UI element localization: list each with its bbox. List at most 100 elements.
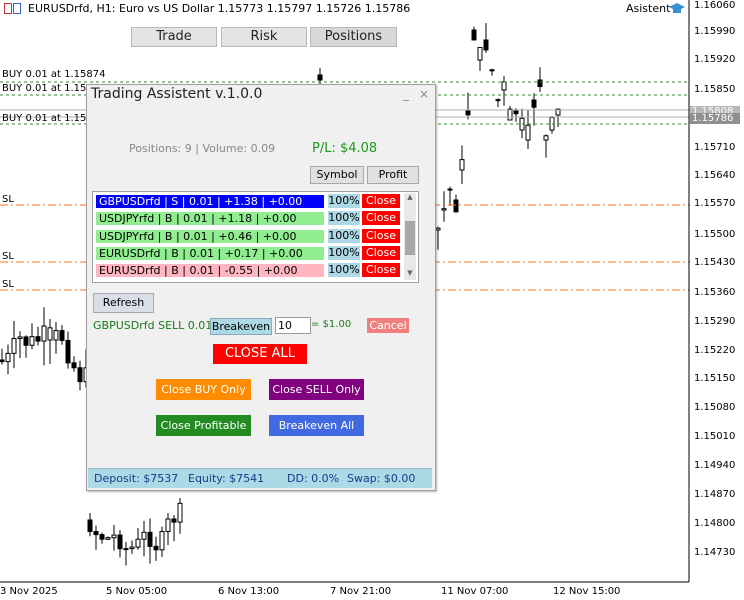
sort-profit-button[interactable]: Profit: [367, 166, 419, 184]
price-axis-label: 1.15010: [694, 431, 736, 442]
position-close-button[interactable]: Close: [362, 211, 400, 226]
cancel-button[interactable]: Cancel: [367, 318, 409, 333]
candle-body: [23, 336, 29, 346]
drawdown-value: DD: 0.0%: [287, 472, 340, 485]
close-buy-only-button[interactable]: Close BUY Only: [156, 379, 251, 400]
candle-body: [105, 537, 111, 540]
price-axis-label: 1.15220: [694, 345, 736, 356]
scroll-up-icon[interactable]: ▲: [404, 193, 416, 203]
price-axis-label: 1.15990: [694, 26, 736, 37]
candle-body: [65, 339, 71, 364]
price-axis-label: 1.15360: [694, 287, 736, 298]
bid-price-tag: 1.15786: [690, 113, 740, 124]
candle-body: [141, 531, 147, 540]
position-percent-button[interactable]: 100%: [328, 245, 360, 260]
close-panel-button[interactable]: ×: [419, 87, 429, 101]
candle-body: [17, 336, 23, 340]
buy-line-label: BUY 0.01 at 1.15: [2, 83, 87, 94]
close-profitable-button[interactable]: Close Profitable: [156, 415, 251, 436]
position-percent-button[interactable]: 100%: [328, 263, 360, 278]
positions-scrollbar[interactable]: ▲ ▼: [404, 193, 416, 280]
position-row[interactable]: EURUSDrfd | B | 0.01 | -0.55 | +0.00: [96, 264, 324, 278]
candle-body: [29, 336, 35, 346]
price-axis-label: 1.15290: [694, 316, 736, 327]
candle-body: [531, 99, 537, 108]
candle-body: [489, 69, 495, 72]
candle-body: [507, 108, 513, 121]
position-row[interactable]: USDJPYrfd | B | 0.01 | +0.46 | +0.00: [96, 229, 324, 243]
equity-value: Equity: $7541: [188, 472, 265, 485]
close-sell-only-button[interactable]: Close SELL Only: [269, 379, 364, 400]
breakeven-amount: = $1.00: [311, 319, 352, 330]
close-all-button[interactable]: CLOSE ALL: [213, 344, 307, 364]
time-axis-label: 5 Nov 05:00: [106, 586, 168, 597]
scroll-thumb[interactable]: [405, 221, 415, 255]
candle-body: [153, 545, 159, 551]
chart-title: EURUSDrfd, H1: Euro vs US Dollar 1.15773…: [28, 2, 411, 15]
candle-body: [47, 327, 53, 341]
candle-body: [99, 534, 105, 540]
candle-body: [317, 74, 323, 81]
candle-body: [513, 109, 519, 115]
candle-body: [41, 325, 47, 342]
position-close-button[interactable]: Close: [362, 245, 400, 260]
candle-body: [5, 352, 11, 363]
scroll-down-icon[interactable]: ▼: [404, 269, 416, 279]
panel-title: Trading Assistent v.1.0.0: [91, 86, 263, 102]
positions-list: GBPUSDrfd | S | 0.01 | +1.38 | +0.00 100%…: [92, 191, 419, 283]
price-axis-label: 1.15430: [694, 257, 736, 268]
buy-line-label: BUY 0.01 at 1.15: [2, 113, 87, 124]
refresh-button[interactable]: Refresh: [93, 293, 154, 313]
time-axis-label: 11 Nov 07:00: [441, 586, 509, 597]
position-close-button[interactable]: Close: [362, 263, 400, 278]
minimize-button[interactable]: _: [403, 87, 409, 101]
position-row[interactable]: EURUSDrfd | B | 0.01 | +0.17 | +0.00: [96, 246, 324, 260]
breakeven-points-input[interactable]: [275, 317, 311, 334]
position-row[interactable]: USDJPYrfd | B | 0.01 | +1.18 | +0.00: [96, 212, 324, 226]
candle-body: [111, 534, 117, 539]
sl-line-label: SL: [2, 251, 14, 262]
candle-body: [165, 518, 171, 533]
position-row[interactable]: GBPUSDrfd | S | 0.01 | +1.38 | +0.00: [96, 195, 324, 208]
candle-body: [159, 531, 165, 551]
position-percent-button[interactable]: 100%: [328, 194, 360, 208]
candle-body: [129, 546, 135, 550]
positions-summary: Positions: 9 | Volume: 0.09: [129, 142, 276, 155]
breakeven-button[interactable]: Breakeven: [210, 318, 272, 335]
candle-body: [459, 159, 465, 171]
candle-body: [35, 336, 41, 342]
candle-body: [77, 367, 83, 383]
price-axis-label: 1.15850: [694, 84, 736, 95]
candle-body: [543, 135, 549, 141]
time-axis-label: 7 Nov 21:00: [330, 586, 392, 597]
sl-line-label: SL: [2, 194, 14, 205]
position-percent-button[interactable]: 100%: [328, 228, 360, 243]
tab-risk[interactable]: Risk: [221, 27, 307, 47]
price-axis-label: 1.15710: [694, 142, 736, 153]
candle-body: [477, 46, 483, 61]
breakeven-all-button[interactable]: Breakeven All: [269, 415, 364, 436]
position-close-button[interactable]: Close: [362, 228, 400, 243]
price-axis-label: 1.14940: [694, 460, 736, 471]
price-axis-label: 1.15150: [694, 373, 736, 384]
candle-body: [11, 338, 17, 354]
tab-positions[interactable]: Positions: [310, 27, 397, 47]
graduation-cap-icon: [668, 2, 686, 19]
position-percent-button[interactable]: 100%: [328, 211, 360, 226]
candle-body: [0, 359, 5, 363]
candle-body: [53, 330, 59, 341]
sort-symbol-button[interactable]: Symbol: [310, 166, 364, 184]
candle-body: [441, 208, 447, 211]
position-close-button[interactable]: Close: [362, 194, 400, 208]
price-axis-label: 1.14730: [694, 547, 736, 558]
assistant-label[interactable]: Asistent: [626, 2, 670, 15]
selected-position: GBPUSDrfd SELL 0.01: [93, 319, 213, 332]
candle-body: [147, 531, 153, 547]
buy-line-label: BUY 0.01 at 1.15874: [2, 69, 106, 80]
tab-trade[interactable]: Trade: [131, 27, 217, 47]
candle-body: [495, 99, 501, 102]
swap-value: Swap: $0.00: [347, 472, 416, 485]
price-axis-label: 1.14800: [694, 518, 736, 529]
candle-body: [483, 39, 489, 51]
candle-body: [135, 538, 141, 548]
